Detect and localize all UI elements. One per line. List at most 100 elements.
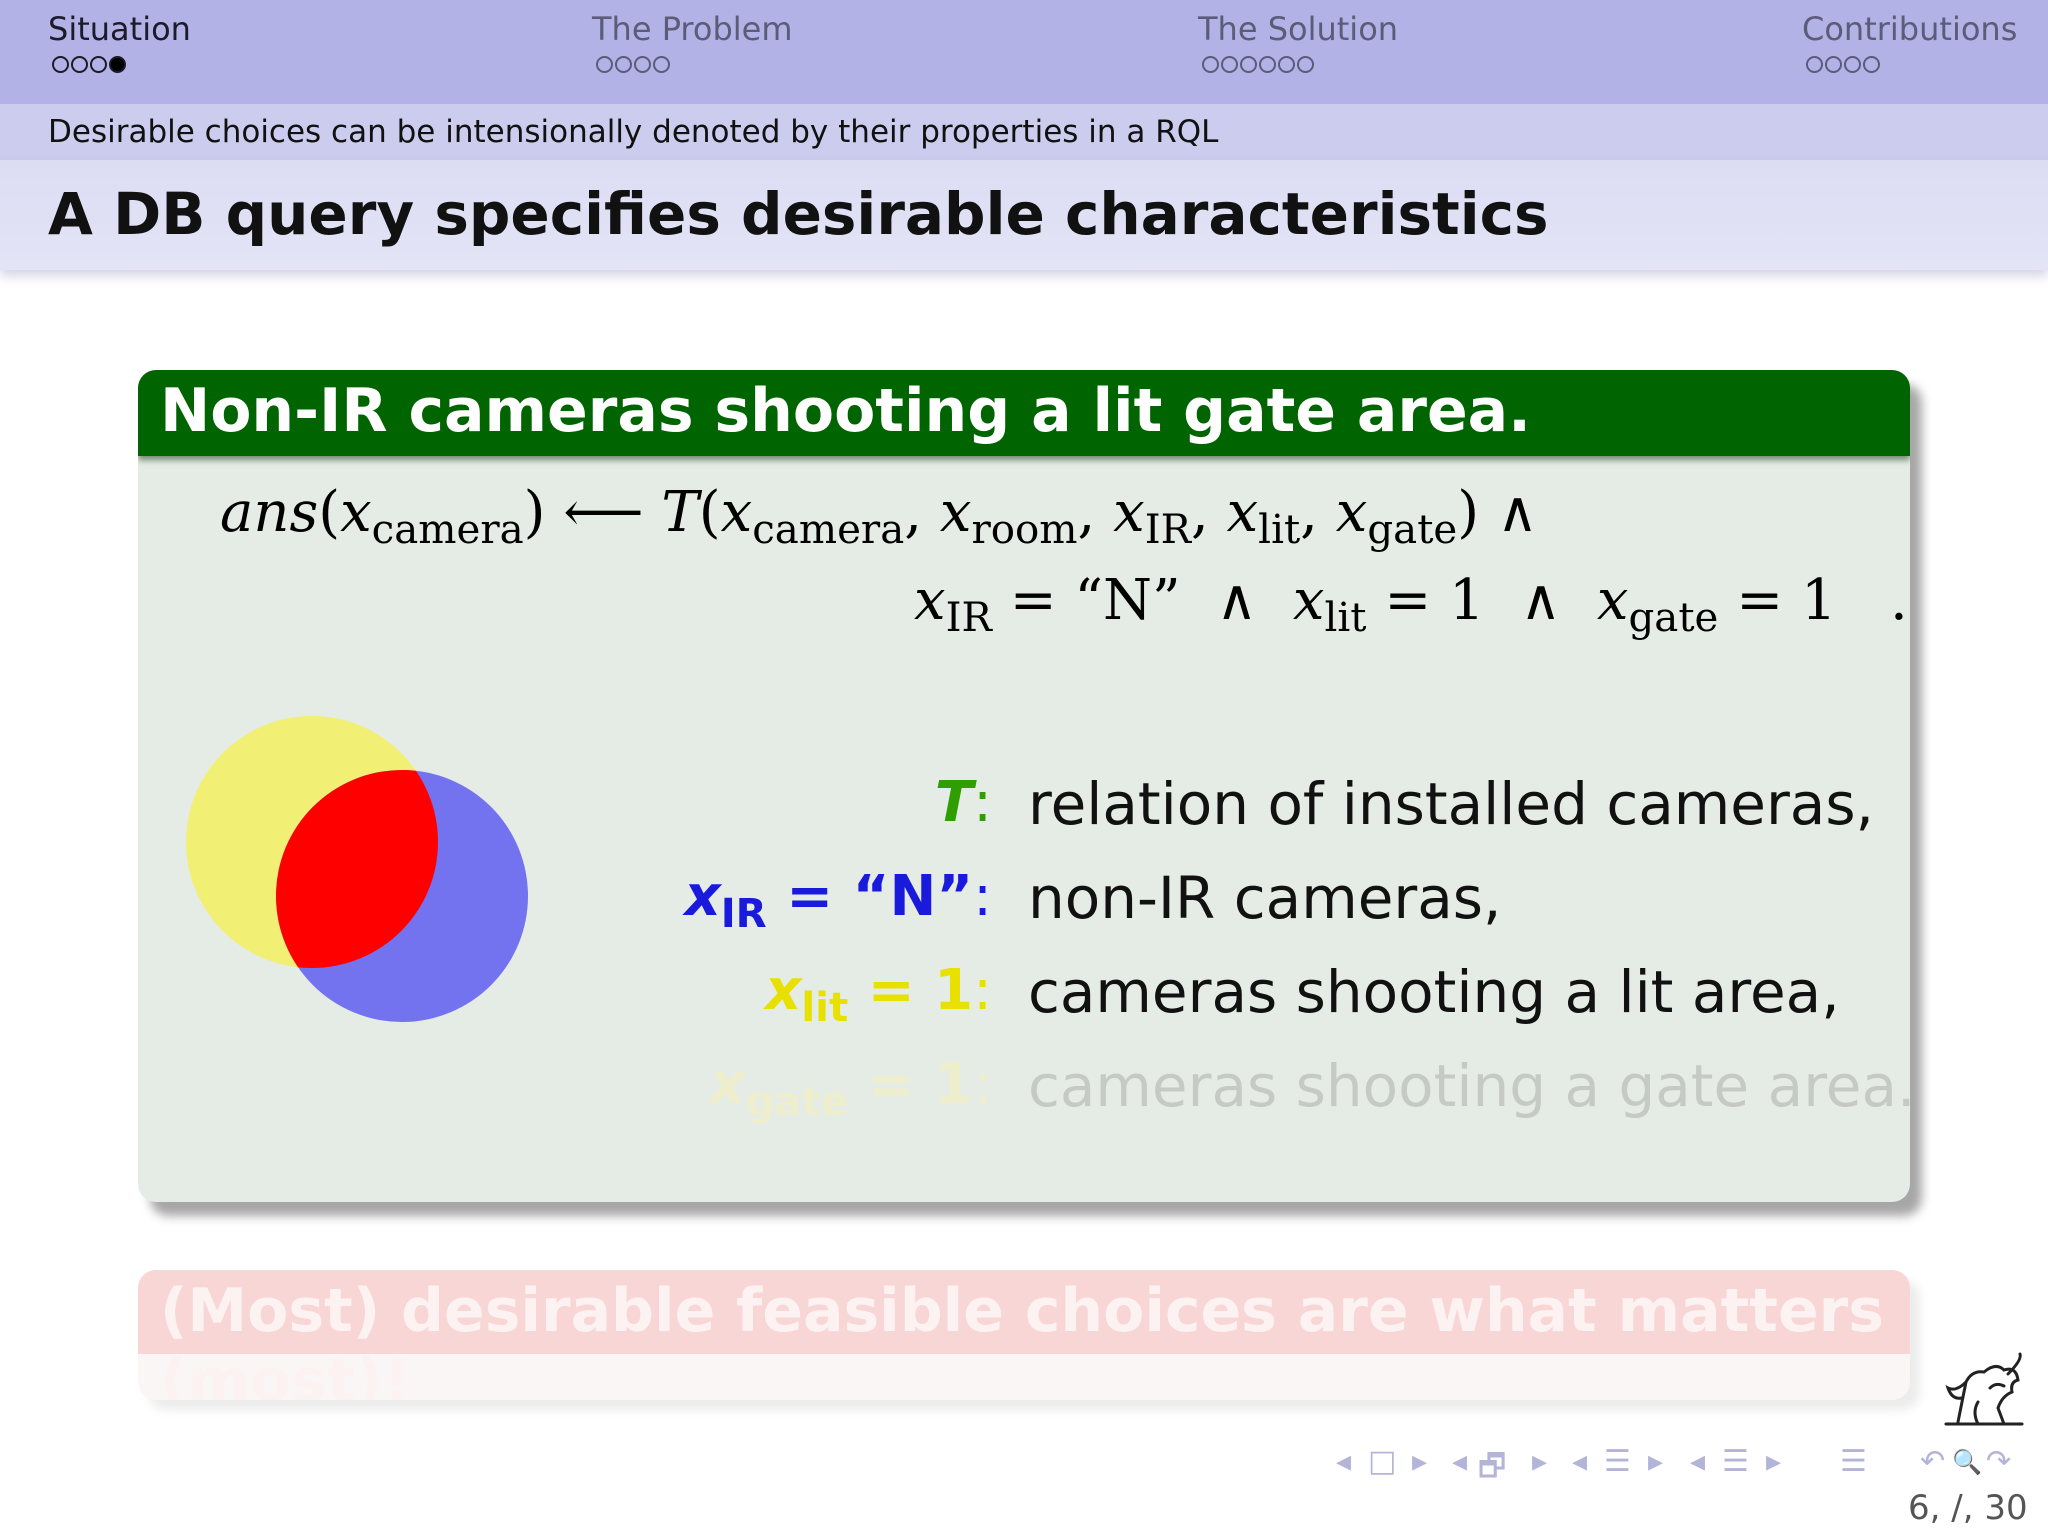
paren: ) [523,480,546,545]
and-operator: ∧ [1520,568,1562,633]
nav-dots-the-problem [596,56,670,76]
legend-text-relation: relation of installed cameras, [1028,770,1874,838]
nav-dot[interactable] [1844,56,1861,73]
query-var: x [1335,480,1368,545]
query-var: x [720,480,753,545]
nav-dot[interactable] [1221,56,1238,73]
example-block-header: Non-IR cameras shooting a lit gate area. [138,370,1910,456]
subsection-bar: Desirable choices can be intensionally d… [0,104,2048,160]
and-operator: ∧ [1216,568,1258,633]
nav-dot[interactable] [1240,56,1257,73]
query-sub: lit [1258,506,1301,554]
appendix-icon[interactable]: ☰ [1840,1444,1867,1479]
implication-arrow: ⟵ [563,480,644,545]
query-value-lit: 1 [1449,568,1485,633]
legend-label-gate: xgate = 1: [709,1052,992,1125]
frame-title: A DB query specifies desirable character… [48,180,1549,248]
faded-alert-title: (Most) desirable feasible choices are wh… [160,1276,1884,1400]
legend-symbol: x [684,864,721,929]
legend-colon: : [973,958,992,1023]
faded-alert-block: (Most) desirable feasible choices are wh… [138,1270,1910,1400]
nav-dot[interactable] [1259,56,1276,73]
legend-rhs: = 1 [848,1052,974,1117]
nav-dots-situation [52,56,126,76]
legend-colon: : [973,1052,992,1117]
legend-sub: IR [720,890,767,938]
nav-dot[interactable] [71,56,88,73]
query-var: x [1596,568,1629,633]
query-sub: IR [1144,506,1191,554]
paren: ) [1457,480,1480,545]
nav-dot[interactable] [52,56,69,73]
query-relation: T [661,480,699,545]
nav-dot[interactable] [1202,56,1219,73]
equals-sign: = [1736,568,1784,633]
legend-text-ir: non-IR cameras, [1028,864,1502,932]
query-sub: gate [1367,506,1458,554]
query-var: x [914,568,946,633]
nav-dots-contributions [1806,56,1880,76]
faded-alert-header: (Most) desirable feasible choices are wh… [138,1270,1910,1400]
nav-next-arrow-icon[interactable]: ▸ [1532,1444,1547,1479]
query-var: x [1292,568,1325,633]
back-icon[interactable]: ↶ [1920,1444,1945,1479]
nav-section-the-problem[interactable]: The Problem [592,10,793,48]
section-navigation-bar: Situation The Problem The Solution Contr… [0,0,2048,104]
nav-dot[interactable] [596,56,613,73]
nav-prev-arrow-icon[interactable]: ◂ [1690,1444,1705,1479]
nav-next-arrow-icon[interactable]: ▸ [1766,1444,1781,1479]
equals-sign: = [1384,568,1432,633]
query-var: x [939,480,972,545]
nav-dot[interactable] [1806,56,1823,73]
forward-icon[interactable]: ↷ [1986,1444,2011,1479]
nav-prev-arrow-icon[interactable]: ◂ [1572,1444,1587,1479]
query-line-2: xIR = “N” ∧ xlit = 1 ∧ xgate = 1 . [914,568,1908,641]
nav-prev-arrow-icon[interactable]: ◂ [1452,1444,1467,1479]
legend-sub: gate [745,1078,849,1126]
legend-sub: lit [801,984,849,1032]
page-number: 6, /, 30 [1908,1488,2028,1528]
paren: ( [698,480,721,545]
document-icon[interactable]: ☰ [1722,1444,1749,1479]
nav-dot[interactable] [90,56,107,73]
query-value-ir: “N” [1074,568,1181,633]
nav-dot[interactable] [615,56,632,73]
nav-dot[interactable] [1825,56,1842,73]
nav-dot-current[interactable] [109,56,126,73]
frame-icon[interactable]: □ [1368,1444,1396,1479]
query-value-gate: 1 [1800,568,1837,633]
subsection-title: Desirable choices can be intensionally d… [48,114,1219,150]
nav-prev-arrow-icon[interactable]: ◂ [1336,1444,1351,1479]
subsection-icon[interactable]: 🗗 [1478,1444,1506,1495]
and-operator: ∧ [1496,480,1538,545]
nav-dots-the-solution [1202,56,1314,76]
university-lion-logo [1944,1352,2024,1426]
nav-section-situation[interactable]: Situation [48,10,191,48]
equals-sign: = [1009,568,1057,633]
nav-dot[interactable] [1297,56,1314,73]
nav-dot[interactable] [653,56,670,73]
paren: ( [318,480,341,545]
query-var: x [1226,480,1259,545]
query-sub: room [971,506,1078,554]
nav-next-arrow-icon[interactable]: ▸ [1412,1444,1427,1479]
legend-label-relation: T: [935,770,992,835]
nav-dot[interactable] [634,56,651,73]
query-line-1: ans(xcamera) ⟵ T(xcamera, xroom, xIR, xl… [220,480,1538,554]
nav-section-contributions[interactable]: Contributions [1802,10,2017,48]
section-icon[interactable]: ☰ [1604,1444,1631,1479]
search-icon[interactable]: 🔍 [1952,1448,1982,1476]
nav-section-the-solution[interactable]: The Solution [1198,10,1398,48]
legend-symbol: x [765,958,802,1023]
nav-dot[interactable] [1278,56,1295,73]
legend-rhs: = 1 [848,958,974,1023]
nav-next-arrow-icon[interactable]: ▸ [1648,1444,1663,1479]
legend-colon: : [973,770,992,835]
query-head-function: ans [220,480,319,545]
query-sub: lit [1324,594,1367,642]
query-sub: gate [1628,594,1719,642]
legend-text-gate: cameras shooting a gate area. [1028,1052,1910,1120]
nav-dot[interactable] [1863,56,1880,73]
example-block: Non-IR cameras shooting a lit gate area.… [138,370,1910,1202]
venn-diagram [186,716,528,1022]
